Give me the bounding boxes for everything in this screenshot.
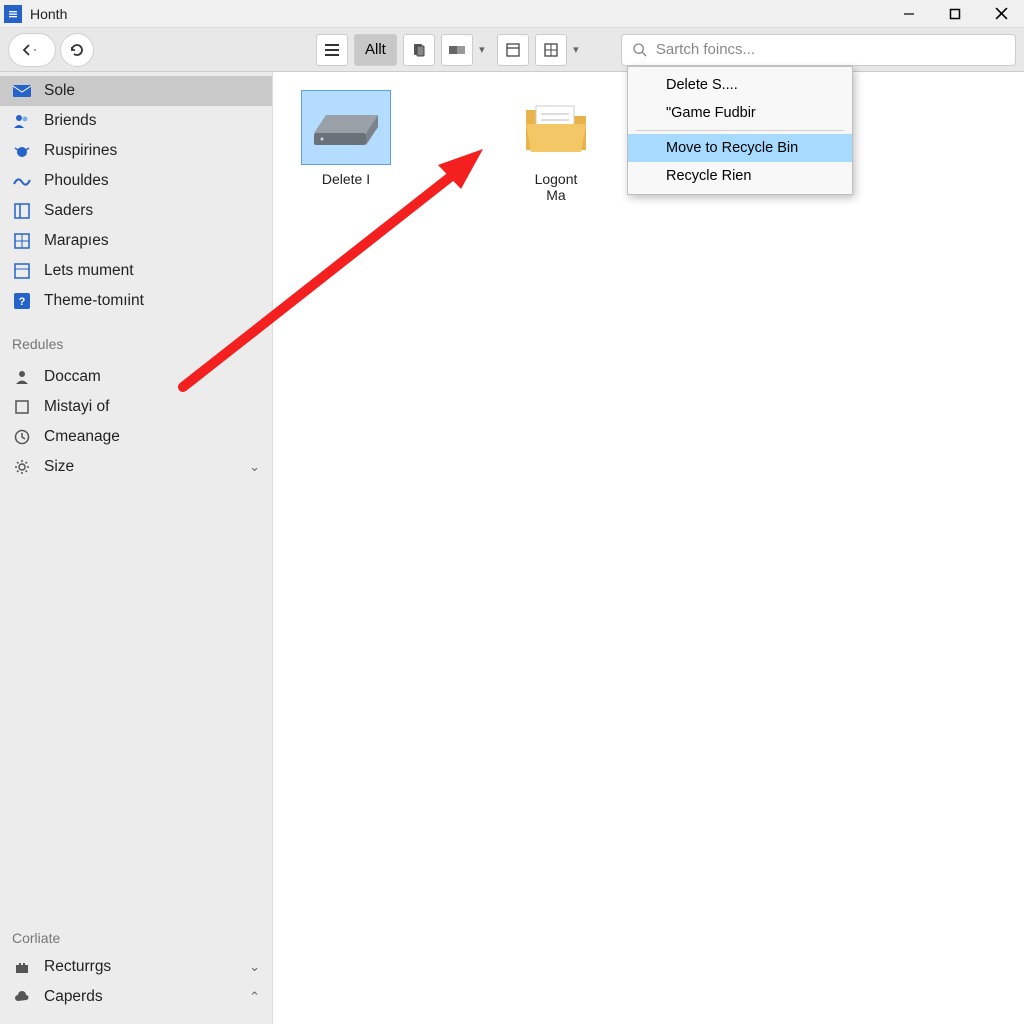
sidebar-item-label: Sole: [44, 82, 75, 100]
wave-icon: [12, 171, 32, 191]
content-area[interactable]: Delete I Lоgont Ma: [273, 72, 1024, 1024]
chevron-up-icon: ⌃: [249, 989, 260, 1005]
menu-item-move-recycle[interactable]: Move to Recycle Bin: [628, 134, 852, 162]
file-label-line1: Lоgont: [535, 171, 578, 187]
sidebar-item-label: Theme-tomıint: [44, 292, 144, 310]
sidebar-item-cmeanage[interactable]: Cmeanage: [0, 422, 272, 452]
menu-item-label: Recycle Rien: [666, 168, 751, 184]
sidebar-footer-label: Corliate: [0, 922, 272, 952]
sidebar-item-saders[interactable]: Saders: [0, 196, 272, 226]
nav-group: [8, 33, 94, 67]
menu-item-recycle-rien[interactable]: Recycle Rien: [628, 162, 852, 190]
menu-item-label: "Game Fudbir: [666, 105, 756, 121]
sidebar-item-label: Saders: [44, 202, 93, 220]
svg-text:?: ?: [19, 296, 26, 308]
menu-item-label: Delete S....: [666, 77, 738, 93]
sidebar-item-size[interactable]: Size ⌄: [0, 452, 272, 482]
sidebar-item-label: Mistayi of: [44, 398, 109, 416]
list-view-button[interactable]: [316, 34, 348, 66]
paste-button[interactable]: [441, 34, 473, 66]
gear-icon: [12, 457, 32, 477]
panel-icon: [12, 201, 32, 221]
sidebar-item-label: Doccam: [44, 368, 101, 386]
file-item-folder[interactable]: Lоgont Ma: [501, 90, 611, 203]
sidebar-item-lets-mument[interactable]: Lets mument: [0, 256, 272, 286]
sidebar-item-label: Marapıes: [44, 232, 109, 250]
refresh-button[interactable]: [60, 33, 94, 67]
sidebar: Sole Briends Ruspirines Phouldes Saders …: [0, 72, 273, 1024]
app-icon: [4, 5, 22, 23]
sidebar-item-label: Recturrgs: [44, 958, 111, 976]
chevron-down-icon[interactable]: ▾: [567, 34, 585, 66]
menu-item-delete[interactable]: Delete S....: [628, 71, 852, 99]
folder-icon: [521, 98, 591, 158]
sidebar-item-theme[interactable]: ? Theme-tomıint: [0, 286, 272, 316]
sidebar-item-caperds[interactable]: Caperds ⌃: [0, 982, 272, 1012]
sidebar-item-label: Ruspirines: [44, 142, 117, 160]
castle-icon: [12, 957, 32, 977]
back-button[interactable]: [8, 33, 56, 67]
chevron-down-icon: ⌄: [249, 959, 260, 975]
toolbar: Allt ▾ ▾ Sartch foincs...: [0, 28, 1024, 72]
menu-item-label: Move to Recycle Bin: [666, 140, 798, 156]
chevron-down-icon[interactable]: ▾: [473, 34, 491, 66]
allt-label: Allt: [365, 41, 386, 58]
file-label-line2: Ma: [546, 187, 565, 203]
sidebar-item-label: Briends: [44, 112, 97, 130]
mail-icon: [12, 81, 32, 101]
sidebar-item-phouldes[interactable]: Phouldes: [0, 166, 272, 196]
sidebar-item-label: Cmeanage: [44, 428, 120, 446]
grid-button[interactable]: [535, 34, 567, 66]
sidebar-item-doccam[interactable]: Doccam: [0, 362, 272, 392]
users-icon: [12, 111, 32, 131]
search-icon: [632, 42, 648, 58]
search-input[interactable]: Sartch foincs...: [621, 34, 1016, 66]
title-bar: Honth: [0, 0, 1024, 28]
window-title: Honth: [30, 6, 67, 22]
sidebar-item-briends[interactable]: Briends: [0, 106, 272, 136]
file-item-drive[interactable]: Delete I: [291, 90, 401, 203]
window-controls: [886, 0, 1024, 28]
file-label: Delete I: [322, 171, 370, 187]
cloud-icon: [12, 987, 32, 1007]
sidebar-item-label: Lets mument: [44, 262, 134, 280]
context-menu: Delete S.... "Game Fudbir Move to Recycl…: [627, 66, 853, 195]
sidebar-item-label: Size: [44, 458, 74, 476]
search-placeholder: Sartch foincs...: [656, 41, 755, 58]
menu-item-game[interactable]: "Game Fudbir: [628, 99, 852, 127]
grid-icon: [12, 231, 32, 251]
sidebar-section-label: Redules: [0, 316, 272, 358]
sidebar-item-ruspirines[interactable]: Ruspirines: [0, 136, 272, 166]
minimize-button[interactable]: [886, 0, 932, 28]
chevron-down-icon: ⌄: [249, 459, 260, 475]
sidebar-item-sole[interactable]: Sole: [0, 76, 272, 106]
maximize-button[interactable]: [932, 0, 978, 28]
sidebar-item-marapies[interactable]: Marapıes: [0, 226, 272, 256]
bug-icon: [12, 141, 32, 161]
square-icon: [12, 397, 32, 417]
copy-button[interactable]: [403, 34, 435, 66]
sidebar-item-mistayi[interactable]: Mistayi of: [0, 392, 272, 422]
person-icon: [12, 367, 32, 387]
menu-separator: [636, 130, 844, 131]
sidebar-item-label: Phouldes: [44, 172, 109, 190]
question-icon: ?: [12, 291, 32, 311]
close-button[interactable]: [978, 0, 1024, 28]
sidebar-item-recturrgs[interactable]: Recturrgs ⌄: [0, 952, 272, 982]
clock-icon: [12, 427, 32, 447]
drive-icon: [306, 103, 386, 153]
panel-button[interactable]: [497, 34, 529, 66]
sidebar-item-label: Caperds: [44, 988, 103, 1006]
panel2-icon: [12, 261, 32, 281]
allt-button[interactable]: Allt: [354, 34, 397, 66]
